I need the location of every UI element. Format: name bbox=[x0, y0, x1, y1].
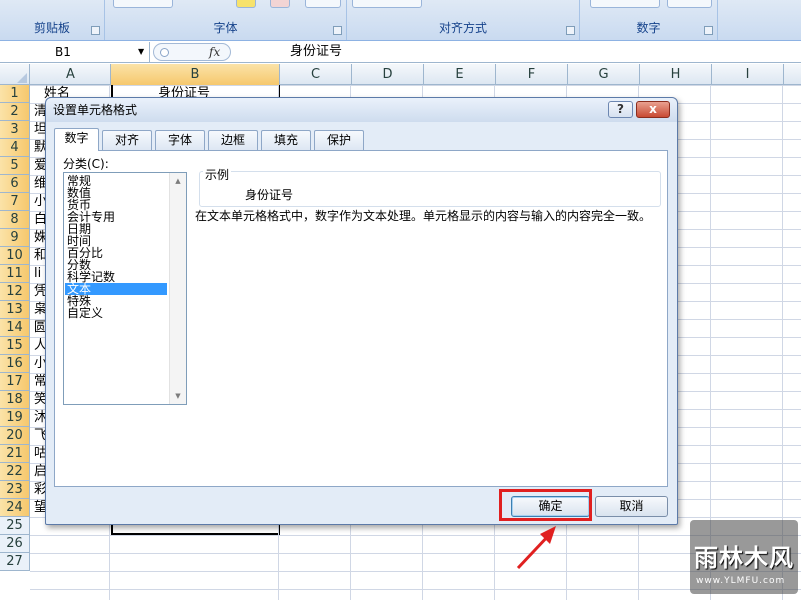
row-header-16[interactable]: 16 bbox=[0, 355, 30, 373]
category-scrollbar[interactable]: ▲ ▼ bbox=[169, 173, 186, 404]
row-header-21[interactable]: 21 bbox=[0, 445, 30, 463]
scroll-down-icon[interactable]: ▼ bbox=[170, 388, 186, 404]
row-header-4[interactable]: 4 bbox=[0, 139, 30, 157]
ribbon: 剪贴板 字体 对齐方式 数字 bbox=[0, 0, 801, 41]
number-tab-panel: 分类(C): ▲ ▼ 常规 数值 货币 会计专用 日期 时间 百分比 分数 科学记数 文本 特殊 自定… bbox=[54, 150, 668, 487]
row-header-10[interactable]: 10 bbox=[0, 247, 30, 265]
row-header-11[interactable]: 11 bbox=[0, 265, 30, 283]
ribbon-group-label: 剪贴板 bbox=[33, 21, 70, 35]
insert-function-icon[interactable]: fx bbox=[209, 44, 220, 60]
watermark-logo: 雨林木风 www.YLMFU.com bbox=[690, 520, 798, 594]
row-header-3[interactable]: 3 bbox=[0, 121, 30, 139]
name-box[interactable]: B1 bbox=[0, 42, 150, 62]
ribbon-group-font: 字体 bbox=[105, 0, 347, 40]
sample-value: 身份证号 bbox=[245, 188, 294, 202]
row-header-20[interactable]: 20 bbox=[0, 427, 30, 445]
tab-2[interactable]: 字体 bbox=[155, 130, 205, 150]
column-header-i[interactable]: I bbox=[712, 64, 784, 85]
dialog-title: 设置单元格格式 bbox=[53, 103, 138, 117]
column-header-f[interactable]: F bbox=[496, 64, 568, 85]
tab-5[interactable]: 保护 bbox=[314, 130, 364, 150]
row-header-5[interactable]: 5 bbox=[0, 157, 30, 175]
row-header-6[interactable]: 6 bbox=[0, 175, 30, 193]
format-description: 在文本单元格格式中，数字作为文本处理。单元格显示的内容与输入的内容完全一致。 bbox=[195, 209, 652, 223]
row-header-24[interactable]: 24 bbox=[0, 499, 30, 517]
column-headers: ABCDEFGHI bbox=[0, 64, 801, 85]
row-header-23[interactable]: 23 bbox=[0, 481, 30, 499]
column-header-g[interactable]: G bbox=[568, 64, 640, 85]
column-header-c[interactable]: C bbox=[280, 64, 352, 85]
dialog-launcher-icon[interactable] bbox=[566, 26, 575, 35]
column-header-a[interactable]: A bbox=[31, 64, 111, 85]
tab-0[interactable]: 数字 bbox=[54, 128, 99, 151]
pointer-arrow-icon bbox=[516, 526, 556, 570]
tab-1[interactable]: 对齐 bbox=[102, 130, 152, 150]
formula-input[interactable]: 身份证号 bbox=[290, 43, 342, 61]
ribbon-group-label: 字体 bbox=[213, 21, 238, 35]
row-header-14[interactable]: 14 bbox=[0, 319, 30, 337]
close-button[interactable]: x bbox=[636, 101, 670, 118]
format-cells-dialog: 设置单元格格式 ? x 数字 对齐 字体 边框 填充 保护 分类(C): ▲ ▼ 常规 数值… bbox=[45, 97, 678, 525]
ribbon-group-label: 对齐方式 bbox=[438, 21, 487, 35]
row-header-26[interactable]: 26 bbox=[0, 535, 30, 553]
row-header-18[interactable]: 18 bbox=[0, 391, 30, 409]
ribbon-group-label: 数字 bbox=[636, 21, 661, 35]
row-header-22[interactable]: 22 bbox=[0, 463, 30, 481]
row-header-13[interactable]: 13 bbox=[0, 301, 30, 319]
row-header-12[interactable]: 12 bbox=[0, 283, 30, 301]
row-header-1[interactable]: 1 bbox=[0, 85, 30, 103]
ribbon-group-alignment: 对齐方式 bbox=[347, 0, 580, 40]
row-header-25[interactable]: 25 bbox=[0, 517, 30, 535]
column-header-b[interactable]: B bbox=[111, 64, 280, 85]
row-header-15[interactable]: 15 bbox=[0, 337, 30, 355]
column-header-e[interactable]: E bbox=[424, 64, 496, 85]
row-headers: 1 2 3 4 5 6 7 8 9 10 11 12 13 14 15 16 17 18 19 20 21 22 23 24 2… bbox=[0, 85, 30, 571]
cell-a11[interactable]: li bbox=[34, 265, 41, 283]
dialog-launcher-icon[interactable] bbox=[91, 26, 100, 35]
column-header-h[interactable]: H bbox=[640, 64, 712, 85]
column-header-d[interactable]: D bbox=[352, 64, 424, 85]
dialog-launcher-icon[interactable] bbox=[704, 26, 713, 35]
category-item[interactable]: 自定义 bbox=[65, 307, 167, 319]
category-list[interactable]: ▲ ▼ 常规 数值 货币 会计专用 日期 时间 百分比 分数 科学记数 文本 特殊 自定义 bbox=[63, 172, 187, 405]
row-header-17[interactable]: 17 bbox=[0, 373, 30, 391]
ribbon-group-number: 数字 bbox=[580, 0, 718, 40]
chevron-down-icon[interactable]: ▼ bbox=[138, 42, 144, 62]
help-button[interactable]: ? bbox=[608, 101, 633, 118]
select-all-corner[interactable] bbox=[0, 64, 30, 85]
tab-4[interactable]: 填充 bbox=[261, 130, 311, 150]
category-label: 分类(C): bbox=[63, 157, 109, 171]
row-header-2[interactable]: 2 bbox=[0, 103, 30, 121]
row-header-8[interactable]: 8 bbox=[0, 211, 30, 229]
row-header-27[interactable]: 27 bbox=[0, 553, 30, 571]
watermark-url: www.YLMFU.com bbox=[696, 576, 786, 586]
formula-controls: fx bbox=[153, 43, 231, 61]
row-header-9[interactable]: 9 bbox=[0, 229, 30, 247]
sample-label: 示例 bbox=[203, 166, 232, 183]
dialog-launcher-icon[interactable] bbox=[333, 26, 342, 35]
expand-circle-icon[interactable] bbox=[160, 48, 169, 57]
row-header-19[interactable]: 19 bbox=[0, 409, 30, 427]
formula-bar: B1 ▼ fx 身份证号 bbox=[0, 41, 801, 63]
dialog-titlebar[interactable]: 设置单元格格式 ? x bbox=[46, 98, 677, 122]
scroll-up-icon[interactable]: ▲ bbox=[170, 173, 186, 189]
cancel-button[interactable]: 取消 bbox=[595, 496, 668, 517]
watermark-text: 雨林木风 bbox=[694, 544, 794, 572]
row-header-7[interactable]: 7 bbox=[0, 193, 30, 211]
ok-button-highlight-box bbox=[499, 489, 592, 521]
tab-3[interactable]: 边框 bbox=[208, 130, 258, 150]
ribbon-group-clipboard: 剪贴板 bbox=[0, 0, 105, 40]
